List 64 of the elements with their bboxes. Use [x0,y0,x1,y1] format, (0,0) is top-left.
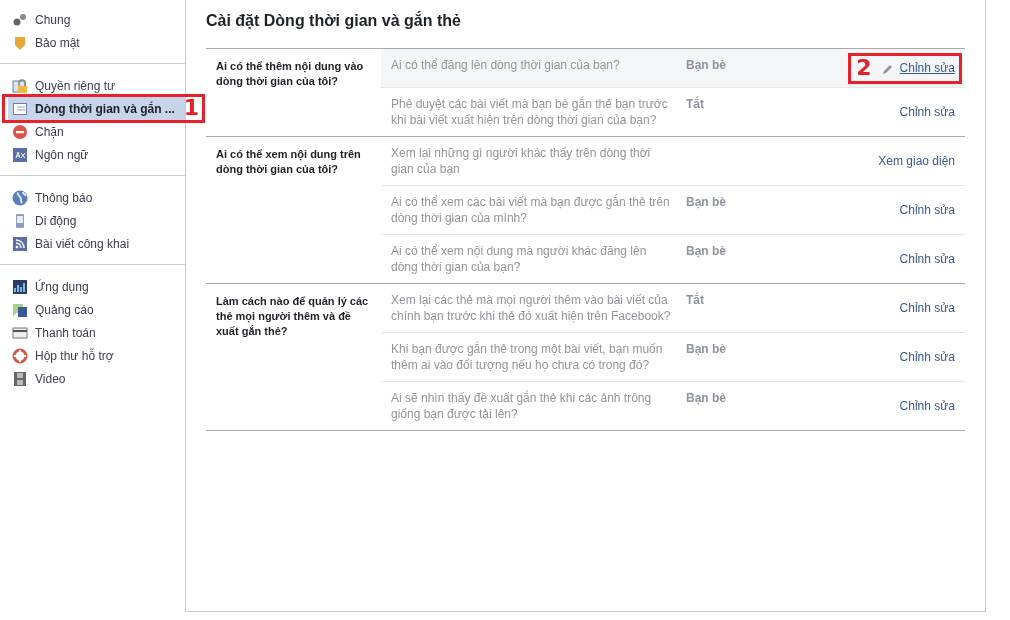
card-icon [12,324,28,341]
chart-icon [12,278,28,295]
section-heading: Ai có thể xem nội dung trên dòng thời gian của tôi? [215,147,362,177]
setting-value: Bạn bè [686,194,727,211]
edit-link[interactable]: Chỉnh sửa [899,60,955,76]
setting-question: Xem lại những gì người khác thấy trên dòng thời gian của bạn [391,145,652,177]
block-icon [12,123,28,140]
lock-icon [12,77,28,94]
setting-question: Ai có thể đăng lên dòng thời gian của bạn? [391,57,621,74]
sidebar-item[interactable]: Chung [8,8,185,31]
setting-question: Phê duyệt các bài viết mà bạn bè gắn thẻ bạn trước khi bài viết xuất hiện trên dòng thời gian của bạn? [391,96,669,128]
edit-link[interactable]: Chỉnh sửa [899,398,955,414]
setting-row[interactable]: Khi bạn được gắn thẻ trong một bài viết, bạn muốn thêm ai vào đối tượng nếu họ chưa có trong đó? Bạn bè Chỉnh sửa [381,332,965,381]
step-number: 1 [183,97,199,119]
edit-link[interactable]: Chỉnh sửa [899,104,955,120]
sidebar-item[interactable]: Ngôn ngữ [8,143,185,166]
setting-question: Xem lại các thẻ mà mọi người thêm vào bài viết của chính bạn trước khi thẻ đó xuất hiện trên Facebook? [391,292,672,324]
badge-icon [12,34,28,51]
sidebar-item[interactable]: Thanh toán [8,321,185,344]
edit-link[interactable]: Chỉnh sửa [899,349,955,365]
setting-value: Bạn bè [686,243,727,260]
edit-link[interactable]: Chỉnh sửa [899,251,955,267]
globe-icon [12,189,28,206]
setting-question: Ai có thể xem các bài viết mà bạn được gắn thẻ trên dòng thời gian của mình? [391,194,671,226]
setting-question: Khi bạn được gắn thẻ trong một bài viết, bạn muốn thêm ai vào đối tượng nếu họ chưa có trong đó? [391,341,664,373]
setting-value: Tắt [686,292,705,309]
edit-link[interactable]: Chỉnh sửa [899,300,955,316]
timeline-icon [12,100,28,117]
lifebuoy-icon [12,347,28,364]
setting-value: Bạn bè [686,341,727,358]
sidebar-item[interactable]: Ứng dụng [8,275,185,298]
edit-link[interactable]: Chỉnh sửa [899,202,955,218]
sidebar-item[interactable]: Dòng thời gian và gắn ... [8,97,185,120]
film-icon [12,370,28,387]
language-icon [12,146,28,163]
setting-question: Ai sẽ nhìn thấy đề xuất gắn thẻ khi các ảnh trông giống bạn được tải lên? [391,390,653,422]
rss-icon [12,235,28,252]
setting-row[interactable]: Ai có thể đăng lên dòng thời gian của bạn? Bạn bè 2 Chỉnh sửa [381,49,965,87]
sidebar-item[interactable]: Thông báo [8,186,185,209]
setting-row[interactable]: Ai sẽ nhìn thấy đề xuất gắn thẻ khi các ảnh trông giống bạn được tải lên? Bạn bè Chỉnh sửa [381,381,965,430]
sidebar-item[interactable]: Di động [8,209,185,232]
section-heading: Ai có thể thêm nội dung vào dòng thời gian của tôi? [215,59,365,89]
setting-row[interactable]: Xem lại những gì người khác thấy trên dòng thời gian của bạn Xem giao diện [381,137,965,185]
setting-row[interactable]: Ai có thể xem nội dung mà người khác đăng lên dòng thời gian của bạn? Bạn bè Chỉnh sửa [381,234,965,283]
edit-link[interactable]: Xem giao diện [878,153,955,169]
step-number: 2 [856,57,872,79]
pencil-icon [881,63,894,75]
sidebar-item[interactable]: Video [8,367,185,390]
page-title: Cài đặt Dòng thời gian và gắn thẻ [206,12,462,30]
sidebar-item[interactable]: Chặn [8,120,185,143]
sidebar-item[interactable]: Hộp thư hỗ trợ [8,344,185,367]
sidebar-item[interactable]: Quyền riêng tư [8,74,185,97]
setting-row[interactable]: Ai có thể xem các bài viết mà bạn được gắn thẻ trên dòng thời gian của mình? Bạn bè Chỉnh sửa [381,185,965,234]
setting-value: Tắt [686,96,705,113]
sidebar-item[interactable]: Bảo mật [8,31,185,54]
section-heading: Làm cách nào để quản lý các thẻ mọi người thêm và đề xuất gắn thẻ? [215,294,370,339]
setting-question: Ai có thể xem nội dung mà người khác đăng lên dòng thời gian của bạn? [391,243,648,275]
setting-value: Bạn bè [686,57,727,74]
sidebar-item[interactable]: Quảng cáo [8,298,185,321]
setting-value: Bạn bè [686,390,727,407]
setting-row[interactable]: Phê duyệt các bài viết mà bạn bè gắn thẻ bạn trước khi bài viết xuất hiện trên dòng thời gian của bạn? Tắt Chỉnh sửa [381,87,965,136]
sidebar-item[interactable]: Bài viết công khai [8,232,185,255]
setting-row[interactable]: Xem lại các thẻ mà mọi người thêm vào bài viết của chính bạn trước khi thẻ đó xuất hiện trên Facebook? Tắt Chỉnh sửa [381,284,965,332]
speech-icon [12,301,28,318]
